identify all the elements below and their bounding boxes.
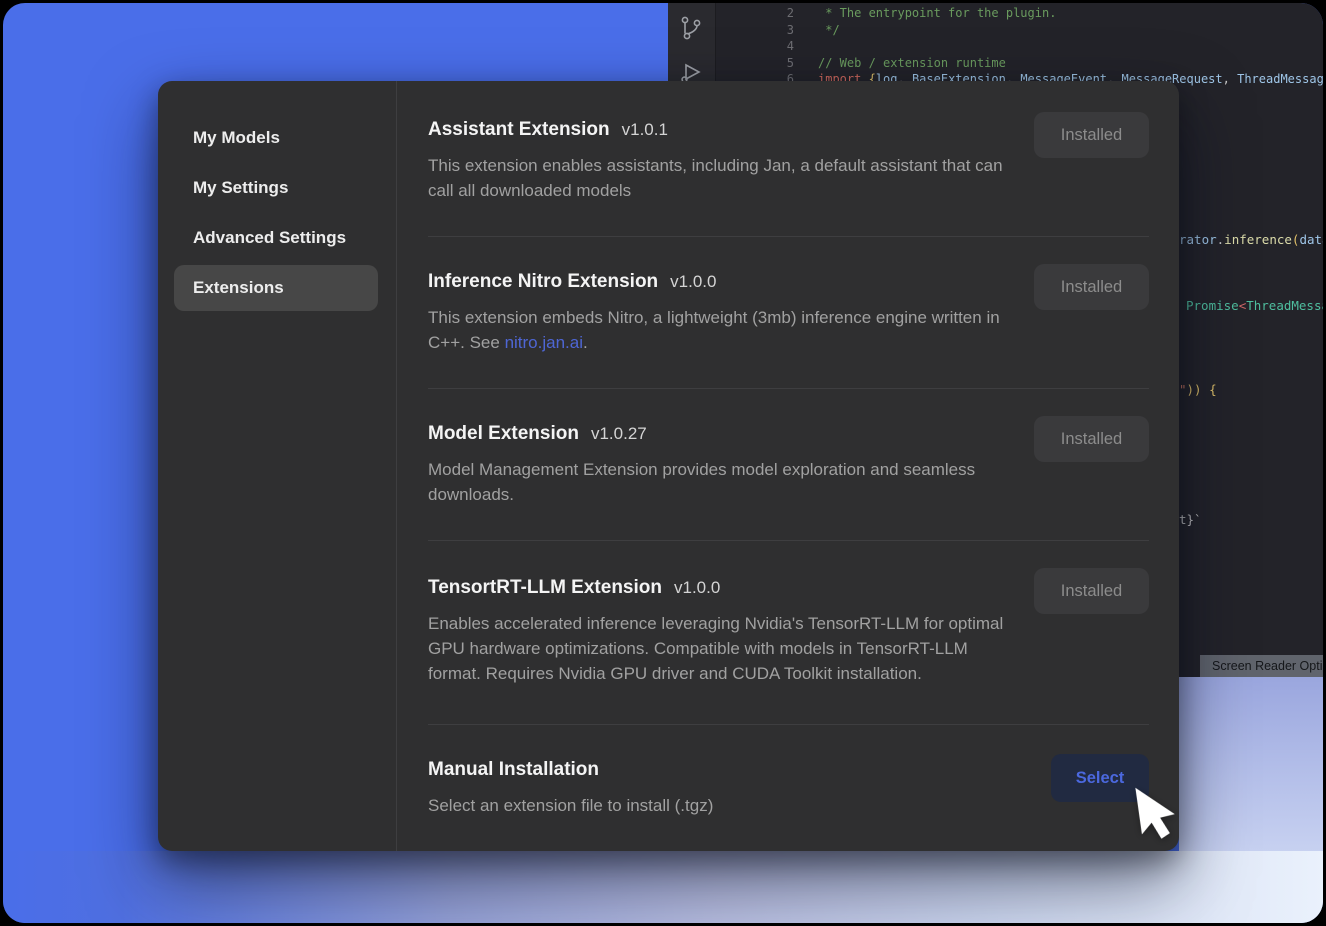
extension-name: TensortRT-LLM Extension [428,577,662,598]
line-number: 5 [716,55,818,72]
extension-version: v1.0.0 [670,272,716,291]
extension-description: Select an extension file to install (.tg… [428,793,1013,818]
extension-name: Model Extension [428,423,579,444]
extension-name: Manual Installation [428,759,599,780]
extension-row-assistant-extension: Assistant Extension v1.0.1 This extension … [428,85,1149,237]
assistant-extension-installed-button[interactable]: Installed [1034,112,1149,158]
code-line: 5// Web / extension runtime [716,55,1323,72]
sidebar-item-advanced-settings[interactable]: Advanced Settings [174,215,378,261]
app-window: 2 * The entrypoint for the plugin.3 */45… [3,3,1323,923]
model-extension-installed-button[interactable]: Installed [1034,416,1149,462]
extension-description: This extension enables assistants, inclu… [428,153,1013,203]
tensortrt-llm-extension-installed-button[interactable]: Installed [1034,568,1149,614]
code-fragment: Promise<ThreadMessage> [1186,298,1323,313]
settings-panel: My ModelsMy SettingsAdvanced SettingsExt… [158,81,1179,851]
code-line: 2 * The entrypoint for the plugin. [716,5,1323,22]
code-area: 2 * The entrypoint for the plugin.3 */45… [716,5,1323,88]
sidebar-item-my-models[interactable]: My Models [174,115,378,161]
sidebar-item-my-settings[interactable]: My Settings [174,165,378,211]
extension-name: Inference Nitro Extension [428,271,658,292]
source-control-icon [679,15,703,41]
line-number: 2 [716,5,818,22]
extension-version: v1.0.0 [674,578,720,597]
sidebar-item-extensions[interactable]: Extensions [174,265,378,311]
code-line: 4 [716,38,1323,55]
manual-installation-select-button[interactable]: Select [1051,754,1149,802]
extension-name: Assistant Extension [428,119,610,140]
extension-row-inference-nitro-extension: Inference Nitro Extension v1.0.0 This exte… [428,237,1149,389]
line-number: 4 [716,38,818,55]
extension-row-manual-installation: Manual Installation Select an extension f… [428,725,1149,851]
code-fragment: rator.inference(data)); [1179,232,1323,247]
extension-description: This extension embeds Nitro, a lightweig… [428,305,1013,355]
extension-row-model-extension: Model Extension v1.0.27 Model Management E… [428,389,1149,541]
code-fragment: t}` [1179,512,1202,527]
extension-version: v1.0.27 [591,424,647,443]
extension-description: Model Management Extension provides mode… [428,457,1013,507]
screen-reader-status-badge: Screen Reader Optimized [1200,655,1323,677]
settings-sidebar: My ModelsMy SettingsAdvanced SettingsExt… [158,111,396,315]
code-fragment: ")) { [1179,382,1217,397]
code-line: 3 */ [716,22,1323,39]
nitro-jan-ai-link[interactable]: nitro.jan.ai [505,333,583,352]
extension-description: Enables accelerated inference leveraging… [428,611,1013,686]
sidebar-divider [396,81,397,851]
line-number: 3 [716,22,818,39]
extension-row-tensortrt-llm-extension: TensortRT-LLM Extension v1.0.0 Enables acc… [428,541,1149,725]
extension-version: v1.0.1 [622,120,668,139]
desktop-background-bottom [3,851,1323,923]
inference-nitro-extension-installed-button[interactable]: Installed [1034,264,1149,310]
extensions-list: Assistant Extension v1.0.1 This extension … [428,85,1149,851]
